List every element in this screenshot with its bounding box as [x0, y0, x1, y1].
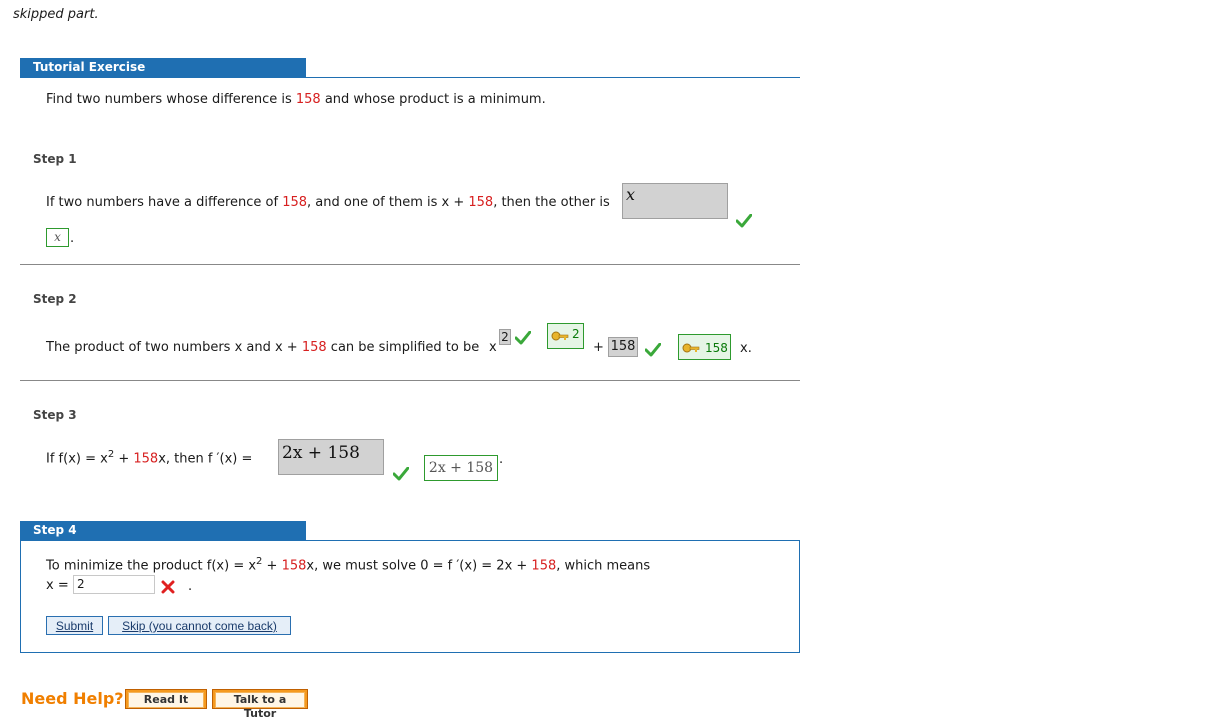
step2-coefficient-key-answer: 158	[678, 334, 731, 360]
step4-text-a: To minimize the product f(x) = x	[46, 558, 257, 574]
step1-num-a: 158	[282, 195, 308, 210]
key-icon	[682, 343, 700, 353]
step4-x-label: x =	[46, 578, 69, 593]
step3-num-a: 158	[133, 451, 159, 467]
step3-text: If f(x) = x2 + 158x, then f ′(x) =	[46, 449, 252, 466]
step2-coefficient-key-value: 158	[705, 341, 728, 355]
step2-tail: x.	[740, 341, 752, 356]
step3-text-c: x, then f ′(x) =	[158, 451, 253, 467]
problem-text-b: and whose product is a minimum.	[320, 92, 546, 107]
problem-statement: Find two numbers whose difference is 158…	[46, 92, 546, 107]
step2-exponent-field[interactable]: 2	[499, 329, 511, 345]
step1-text-b: , and one of them is x +	[307, 195, 469, 210]
step3-check-icon	[393, 467, 409, 481]
step1-correct-answer: x	[46, 228, 69, 247]
step2-coefficient-field[interactable]: 158	[608, 337, 638, 357]
step1-text: If two numbers have a difference of 158,…	[46, 195, 610, 210]
key-icon	[551, 331, 569, 341]
step1-answer-value: x	[626, 185, 636, 204]
step4-text-b: +	[262, 558, 282, 574]
step3-correct-answer: 2x + 158	[424, 455, 498, 481]
step2-text: The product of two numbers x and x + 158…	[46, 340, 479, 355]
step4-header: Step 4	[20, 521, 306, 540]
talk-to-tutor-button[interactable]: Talk to a Tutor	[212, 689, 308, 720]
step2-text-a: The product of two numbers x and x +	[46, 340, 302, 355]
step4-text-d: , which means	[556, 558, 651, 574]
step2-exponent-key-answer: 2	[547, 323, 584, 349]
need-help-title: Need Help?	[21, 689, 124, 708]
problem-number: 158	[295, 92, 321, 107]
step4-dot: .	[188, 579, 193, 594]
step3-text-b: +	[114, 451, 134, 467]
skip-button[interactable]: Skip (you cannot come back)	[108, 616, 291, 635]
step2-num-a: 158	[301, 340, 327, 355]
tutorial-exercise-header: Tutorial Exercise	[20, 58, 306, 77]
step1-num-b: 158	[468, 195, 494, 210]
read-it-label: Read It	[128, 692, 204, 708]
step4-num-a: 158	[281, 558, 307, 574]
step1-suffix: .	[70, 231, 75, 246]
step2-rule	[20, 380, 800, 381]
step1-rule	[20, 264, 800, 265]
step2-text-b: can be simplified to be	[326, 340, 480, 355]
step2-exponent-check-icon	[515, 331, 531, 345]
submit-button[interactable]: Submit	[46, 616, 103, 635]
talk-to-tutor-label: Talk to a Tutor	[215, 692, 305, 720]
step4-text-c: x, we must solve 0 = f ′(x) = 2x +	[306, 558, 532, 574]
incorrect-x-icon	[161, 580, 175, 594]
header-rule	[20, 77, 800, 78]
step1-text-c: , then the other is	[493, 195, 610, 210]
step2-label: Step 2	[33, 292, 77, 306]
problem-text-a: Find two numbers whose difference is	[46, 92, 296, 107]
step4-text: To minimize the product f(x) = x2 + 158x…	[46, 556, 650, 573]
step4-x-input[interactable]: 2	[73, 575, 155, 594]
skipped-part-text: skipped part.	[13, 7, 99, 22]
step3-text-a: If f(x) = x	[46, 451, 108, 467]
step3-answer-field[interactable]: 2x + 158	[278, 439, 384, 475]
step3-suffix: .	[499, 452, 504, 467]
step1-answer-field[interactable]: x	[622, 183, 728, 219]
step2-exponent-key-value: 2	[572, 327, 580, 341]
step1-label: Step 1	[33, 152, 77, 166]
step2-plus: +	[593, 340, 604, 355]
step4-num-b: 158	[531, 558, 557, 574]
step3-label: Step 3	[33, 408, 77, 422]
step1-text-a: If two numbers have a difference of	[46, 195, 283, 210]
read-it-button[interactable]: Read It	[125, 689, 207, 709]
step1-check-icon	[736, 214, 752, 228]
step2-base-var: x	[489, 340, 497, 355]
step2-coefficient-check-icon	[645, 343, 661, 357]
